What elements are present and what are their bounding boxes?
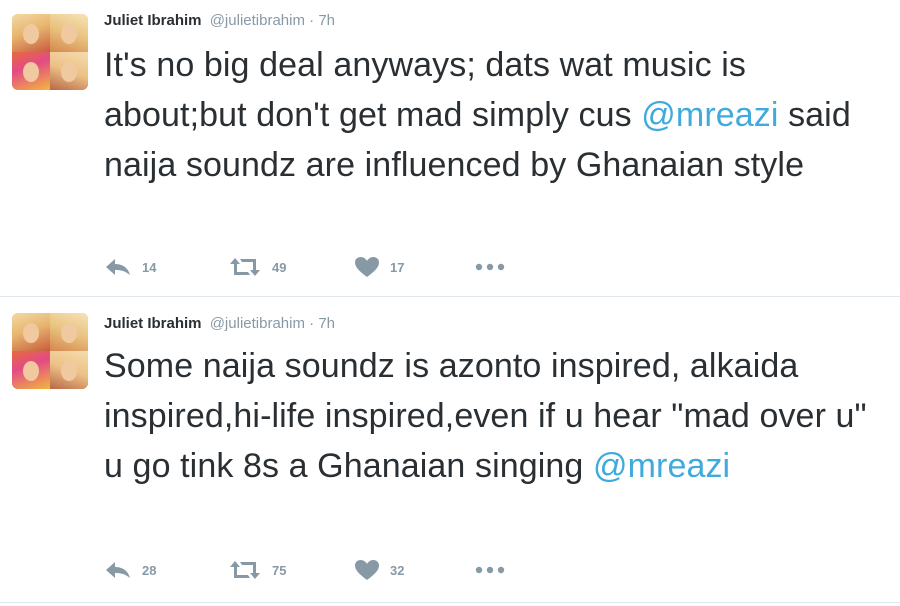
retweet-count: 49 — [272, 259, 287, 275]
tweet-text: It's no big deal anyways; dats wat music… — [104, 40, 894, 190]
like-count: 32 — [390, 562, 405, 578]
timestamp[interactable]: 7h — [318, 315, 335, 332]
tweet[interactable]: Juliet Ibrahim @julietibrahim · 7h It's … — [0, 0, 900, 297]
avatar[interactable] — [12, 14, 88, 90]
avatar[interactable] — [12, 313, 88, 389]
reply-count: 14 — [142, 259, 157, 275]
reply-button[interactable]: 14 — [104, 255, 156, 279]
reply-icon — [106, 259, 130, 275]
tweet-text-part: Some naija soundz is azonto inspired, al… — [104, 347, 867, 485]
retweet-icon — [230, 258, 260, 276]
mention-link[interactable]: @mreazi — [593, 447, 730, 485]
author-handle[interactable]: @julietibrahim — [210, 315, 305, 332]
tweet-header: Juliet Ibrahim @julietibrahim · 7h — [104, 12, 335, 30]
timestamp[interactable]: 7h — [318, 12, 335, 29]
separator: · — [309, 12, 315, 29]
separator: · — [309, 315, 315, 332]
reply-icon — [106, 562, 130, 578]
author-name[interactable]: Juliet Ibrahim — [104, 315, 202, 332]
author-handle[interactable]: @julietibrahim — [210, 12, 305, 29]
like-button[interactable]: 17 — [354, 255, 404, 279]
more-button[interactable] — [474, 255, 506, 279]
more-button[interactable] — [474, 558, 506, 582]
like-button[interactable]: 32 — [354, 558, 404, 582]
heart-icon — [355, 257, 379, 277]
retweet-button[interactable]: 49 — [228, 255, 286, 279]
more-icon — [475, 566, 505, 574]
author-name[interactable]: Juliet Ibrahim — [104, 12, 202, 29]
retweet-count: 75 — [272, 562, 287, 578]
tweet[interactable]: Juliet Ibrahim @julietibrahim · 7h Some … — [0, 297, 900, 603]
mention-link[interactable]: @mreazi — [641, 96, 778, 134]
reply-count: 28 — [142, 562, 157, 578]
retweet-icon — [230, 561, 260, 579]
more-icon — [475, 263, 505, 271]
retweet-button[interactable]: 75 — [228, 558, 286, 582]
tweet-text: Some naija soundz is azonto inspired, al… — [104, 341, 894, 491]
reply-button[interactable]: 28 — [104, 558, 156, 582]
like-count: 17 — [390, 259, 405, 275]
tweet-header: Juliet Ibrahim @julietibrahim · 7h — [104, 315, 335, 333]
heart-icon — [355, 560, 379, 580]
